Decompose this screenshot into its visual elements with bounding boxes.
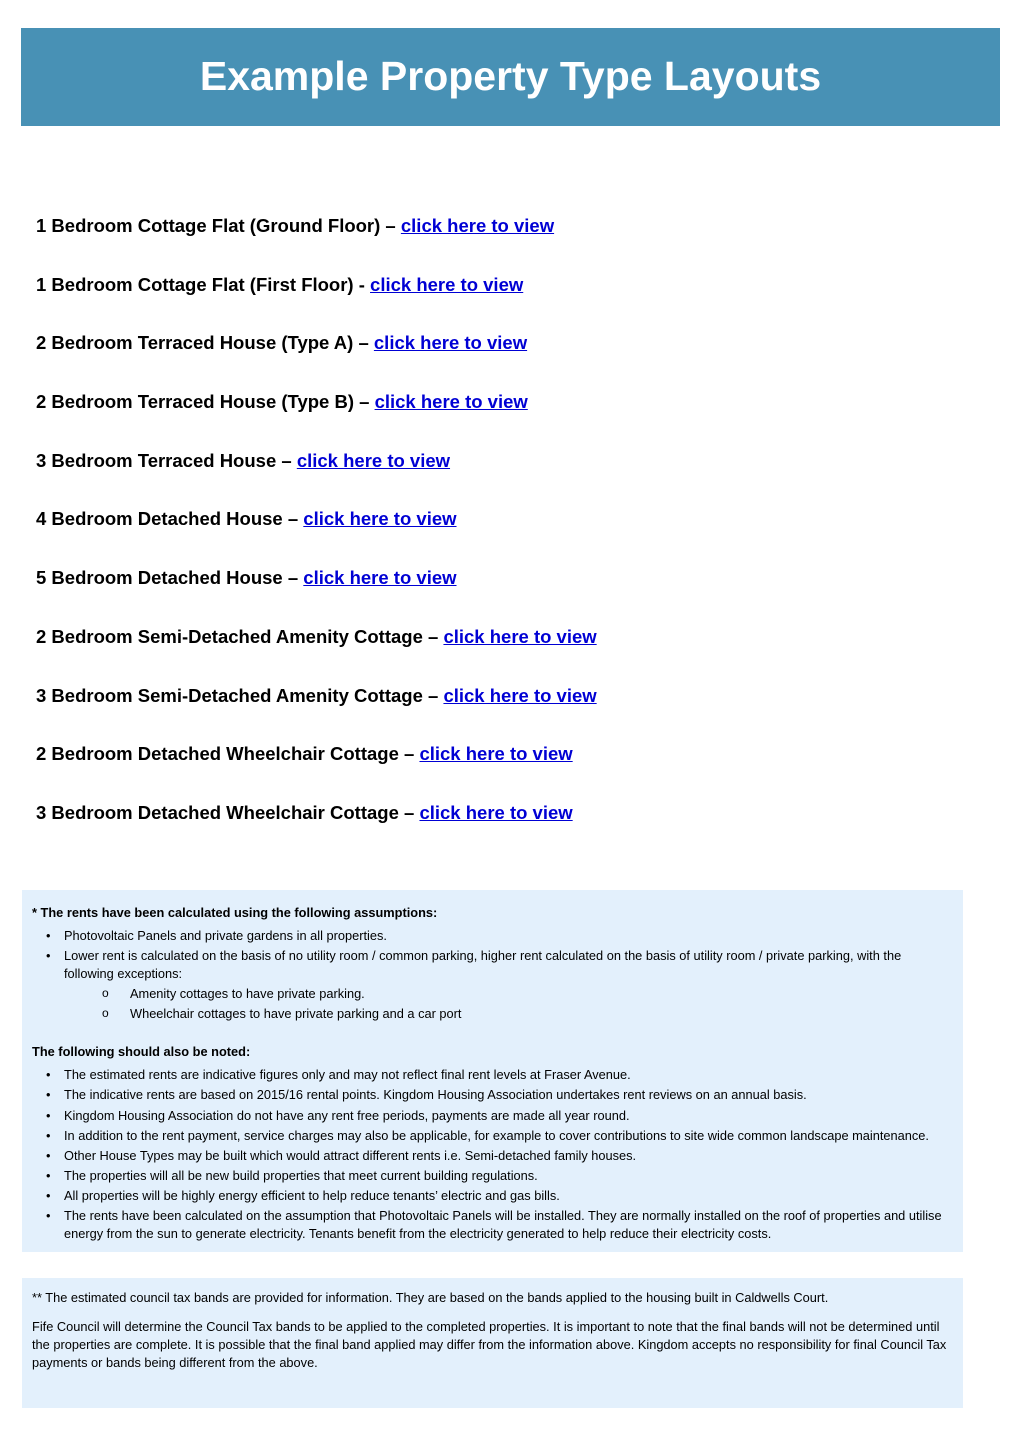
click-here-to-view-link[interactable]: click here to view: [297, 450, 450, 471]
property-layout-row: 3 Bedroom Detached Wheelchair Cottage – …: [36, 802, 976, 824]
property-layout-row: 4 Bedroom Detached House – click here to…: [36, 508, 976, 530]
list-item-text: The indicative rents are based on 2015/1…: [64, 1087, 807, 1103]
list-item: • The estimated rents are indicative figu…: [32, 1066, 947, 1084]
property-layout-label: 5 Bedroom Detached House –: [36, 567, 304, 589]
click-here-to-view-link[interactable]: click here to view: [303, 508, 456, 529]
list-item: • Kingdom Housing Association do not have…: [32, 1107, 947, 1125]
rent-assumptions-panel: * The rents have been calculated using t…: [22, 890, 963, 1252]
list-item: • Other House Types may be built which wo…: [32, 1147, 947, 1165]
property-layout-label: 3 Bedroom Terraced House –: [36, 449, 297, 471]
property-layout-row: 5 Bedroom Detached House – click here to…: [36, 567, 976, 589]
property-layout-row: 1 Bedroom Cottage Flat (Ground Floor) – …: [36, 215, 976, 237]
list-item: • Lower rent is calculated on the basis o…: [32, 947, 947, 982]
list-item: • The properties will all be new build pr…: [32, 1167, 947, 1185]
list-item: o Wheelchair cottages to have private par…: [32, 1005, 947, 1023]
property-layout-label: 3 Bedroom Semi-Detached Amenity Cottage …: [36, 684, 444, 706]
bullet-icon: •: [46, 1208, 51, 1224]
property-layout-label: 1 Bedroom Cottage Flat (First Floor) -: [36, 273, 371, 295]
property-layout-row: 2 Bedroom Terraced House (Type B) – clic…: [36, 391, 976, 413]
list-item-text: All properties will be highly energy eff…: [64, 1188, 560, 1204]
bullet-icon: •: [46, 1107, 51, 1123]
property-layout-row: 1 Bedroom Cottage Flat (First Floor) - c…: [36, 274, 976, 296]
list-item-text: Amenity cottages to have private parking…: [130, 986, 365, 1002]
list-item: o Amenity cottages to have private parkin…: [32, 985, 947, 1003]
click-here-to-view-link[interactable]: click here to view: [370, 274, 523, 295]
click-here-to-view-link[interactable]: click here to view: [303, 567, 456, 588]
list-item: • In addition to the rent payment, servic…: [32, 1127, 947, 1145]
list-item: • Photovoltaic Panels and private gardens…: [32, 927, 947, 945]
click-here-to-view-link[interactable]: click here to view: [375, 391, 528, 412]
list-item-text: Photovoltaic Panels and private gardens …: [64, 928, 387, 944]
property-layout-label: 3 Bedroom Detached Wheelchair Cottage –: [36, 801, 420, 823]
assumptions-heading: * The rents have been calculated using t…: [32, 905, 438, 920]
list-item-text: Other House Types may be built which wou…: [64, 1147, 637, 1163]
list-item-text: Kingdom Housing Association do not have …: [64, 1107, 630, 1123]
property-layout-label: 2 Bedroom Terraced House (Type A) –: [36, 332, 374, 354]
property-layout-list: 1 Bedroom Cottage Flat (Ground Floor) – …: [36, 215, 976, 861]
also-noted-heading: The following should also be noted:: [32, 1044, 251, 1060]
property-layout-label: 4 Bedroom Detached House –: [36, 508, 304, 530]
list-item-text: Lower rent is calculated on the basis of…: [64, 948, 902, 982]
property-layout-label: 1 Bedroom Cottage Flat (Ground Floor) –: [36, 215, 401, 236]
property-layout-row: 2 Bedroom Semi-Detached Amenity Cottage …: [36, 626, 976, 648]
click-here-to-view-link[interactable]: click here to view: [401, 215, 554, 236]
property-layout-label: 2 Bedroom Semi-Detached Amenity Cottage …: [36, 625, 444, 647]
header-banner: Example Property Type Layouts: [21, 28, 1000, 126]
property-layout-label: 2 Bedroom Detached Wheelchair Cottage –: [36, 743, 420, 765]
property-layout-label: 2 Bedroom Terraced House (Type B) –: [36, 391, 375, 413]
list-item-text: The properties will all be new build pro…: [64, 1168, 538, 1184]
property-layout-row: 2 Bedroom Detached Wheelchair Cottage – …: [36, 743, 976, 765]
bullet-icon: •: [46, 1087, 51, 1103]
property-layout-row: 2 Bedroom Terraced House (Type A) – clic…: [36, 332, 976, 354]
list-item-text: In addition to the rent payment, service…: [64, 1127, 929, 1143]
bullet-icon: •: [46, 1067, 51, 1083]
council-tax-paragraph-2: Fife Council will determine the Council …: [32, 1318, 947, 1370]
bullet-icon: •: [46, 1168, 51, 1184]
property-layout-row: 3 Bedroom Semi-Detached Amenity Cottage …: [36, 685, 976, 707]
list-item: • All properties will be highly energy ef…: [32, 1187, 947, 1205]
bullet-icon: •: [46, 928, 51, 944]
hollow-bullet-icon: o: [102, 1006, 109, 1021]
list-item-text: The rents have been calculated on the as…: [64, 1208, 942, 1242]
click-here-to-view-link[interactable]: click here to view: [374, 332, 527, 353]
list-item-text: The estimated rents are indicative figur…: [64, 1067, 631, 1083]
hollow-bullet-icon: o: [102, 986, 109, 1001]
assumptions-bullet-list: • Photovoltaic Panels and private gardens…: [32, 927, 947, 982]
bullet-icon: •: [46, 1188, 51, 1204]
council-tax-panel: ** The estimated council tax bands are p…: [22, 1278, 963, 1408]
list-item: • The indicative rents are based on 2015/…: [32, 1086, 947, 1104]
bullet-icon: •: [46, 948, 51, 964]
council-tax-paragraph-1: ** The estimated council tax bands are p…: [32, 1290, 829, 1305]
list-item: • The rents have been calculated on the a…: [32, 1207, 947, 1242]
click-here-to-view-link[interactable]: click here to view: [443, 626, 596, 647]
click-here-to-view-link[interactable]: click here to view: [443, 685, 596, 706]
click-here-to-view-link[interactable]: click here to view: [419, 802, 572, 823]
click-here-to-view-link[interactable]: click here to view: [419, 743, 572, 764]
bullet-icon: •: [46, 1147, 51, 1163]
page-title: Example Property Type Layouts: [199, 53, 822, 100]
property-layout-row: 3 Bedroom Terraced House – click here to…: [36, 450, 976, 472]
also-noted-bullet-list: • The estimated rents are indicative figu…: [32, 1066, 947, 1242]
bullet-icon: •: [46, 1127, 51, 1143]
assumptions-sub-bullet-list: o Amenity cottages to have private parkin…: [32, 985, 947, 1023]
list-item-text: Wheelchair cottages to have private park…: [130, 1006, 462, 1022]
